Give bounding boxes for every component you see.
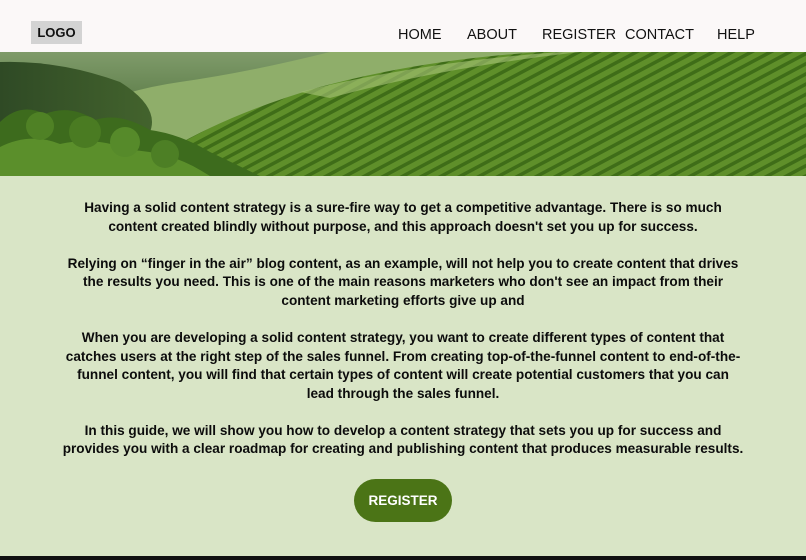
plantation-hills-image bbox=[0, 52, 806, 176]
paragraph-2: Relying on “finger in the air” blog cont… bbox=[67, 255, 739, 308]
nav-register[interactable]: REGISTER bbox=[542, 27, 616, 43]
site-header: LOGO HOME ABOUT REGISTER CONTACT HELP bbox=[0, 0, 806, 53]
paragraph-1: Having a solid content strategy is a sur… bbox=[84, 200, 722, 234]
paragraph-3: When you are developing a solid content … bbox=[65, 329, 741, 401]
nav-contact[interactable]: CONTACT bbox=[625, 27, 694, 43]
nav-about[interactable]: ABOUT bbox=[467, 27, 517, 43]
nav-home[interactable]: HOME bbox=[398, 27, 442, 43]
page: LOGO HOME ABOUT REGISTER CONTACT HELP Ha… bbox=[0, 0, 806, 556]
paragraph-4: In this guide, we will show you how to d… bbox=[62, 422, 744, 457]
register-button[interactable]: REGISTER bbox=[354, 479, 452, 522]
nav-help[interactable]: HELP bbox=[717, 27, 755, 43]
hero-image bbox=[0, 52, 806, 176]
intro-text: Having a solid content strategy is a sur… bbox=[62, 199, 744, 478]
logo[interactable]: LOGO bbox=[31, 21, 82, 44]
